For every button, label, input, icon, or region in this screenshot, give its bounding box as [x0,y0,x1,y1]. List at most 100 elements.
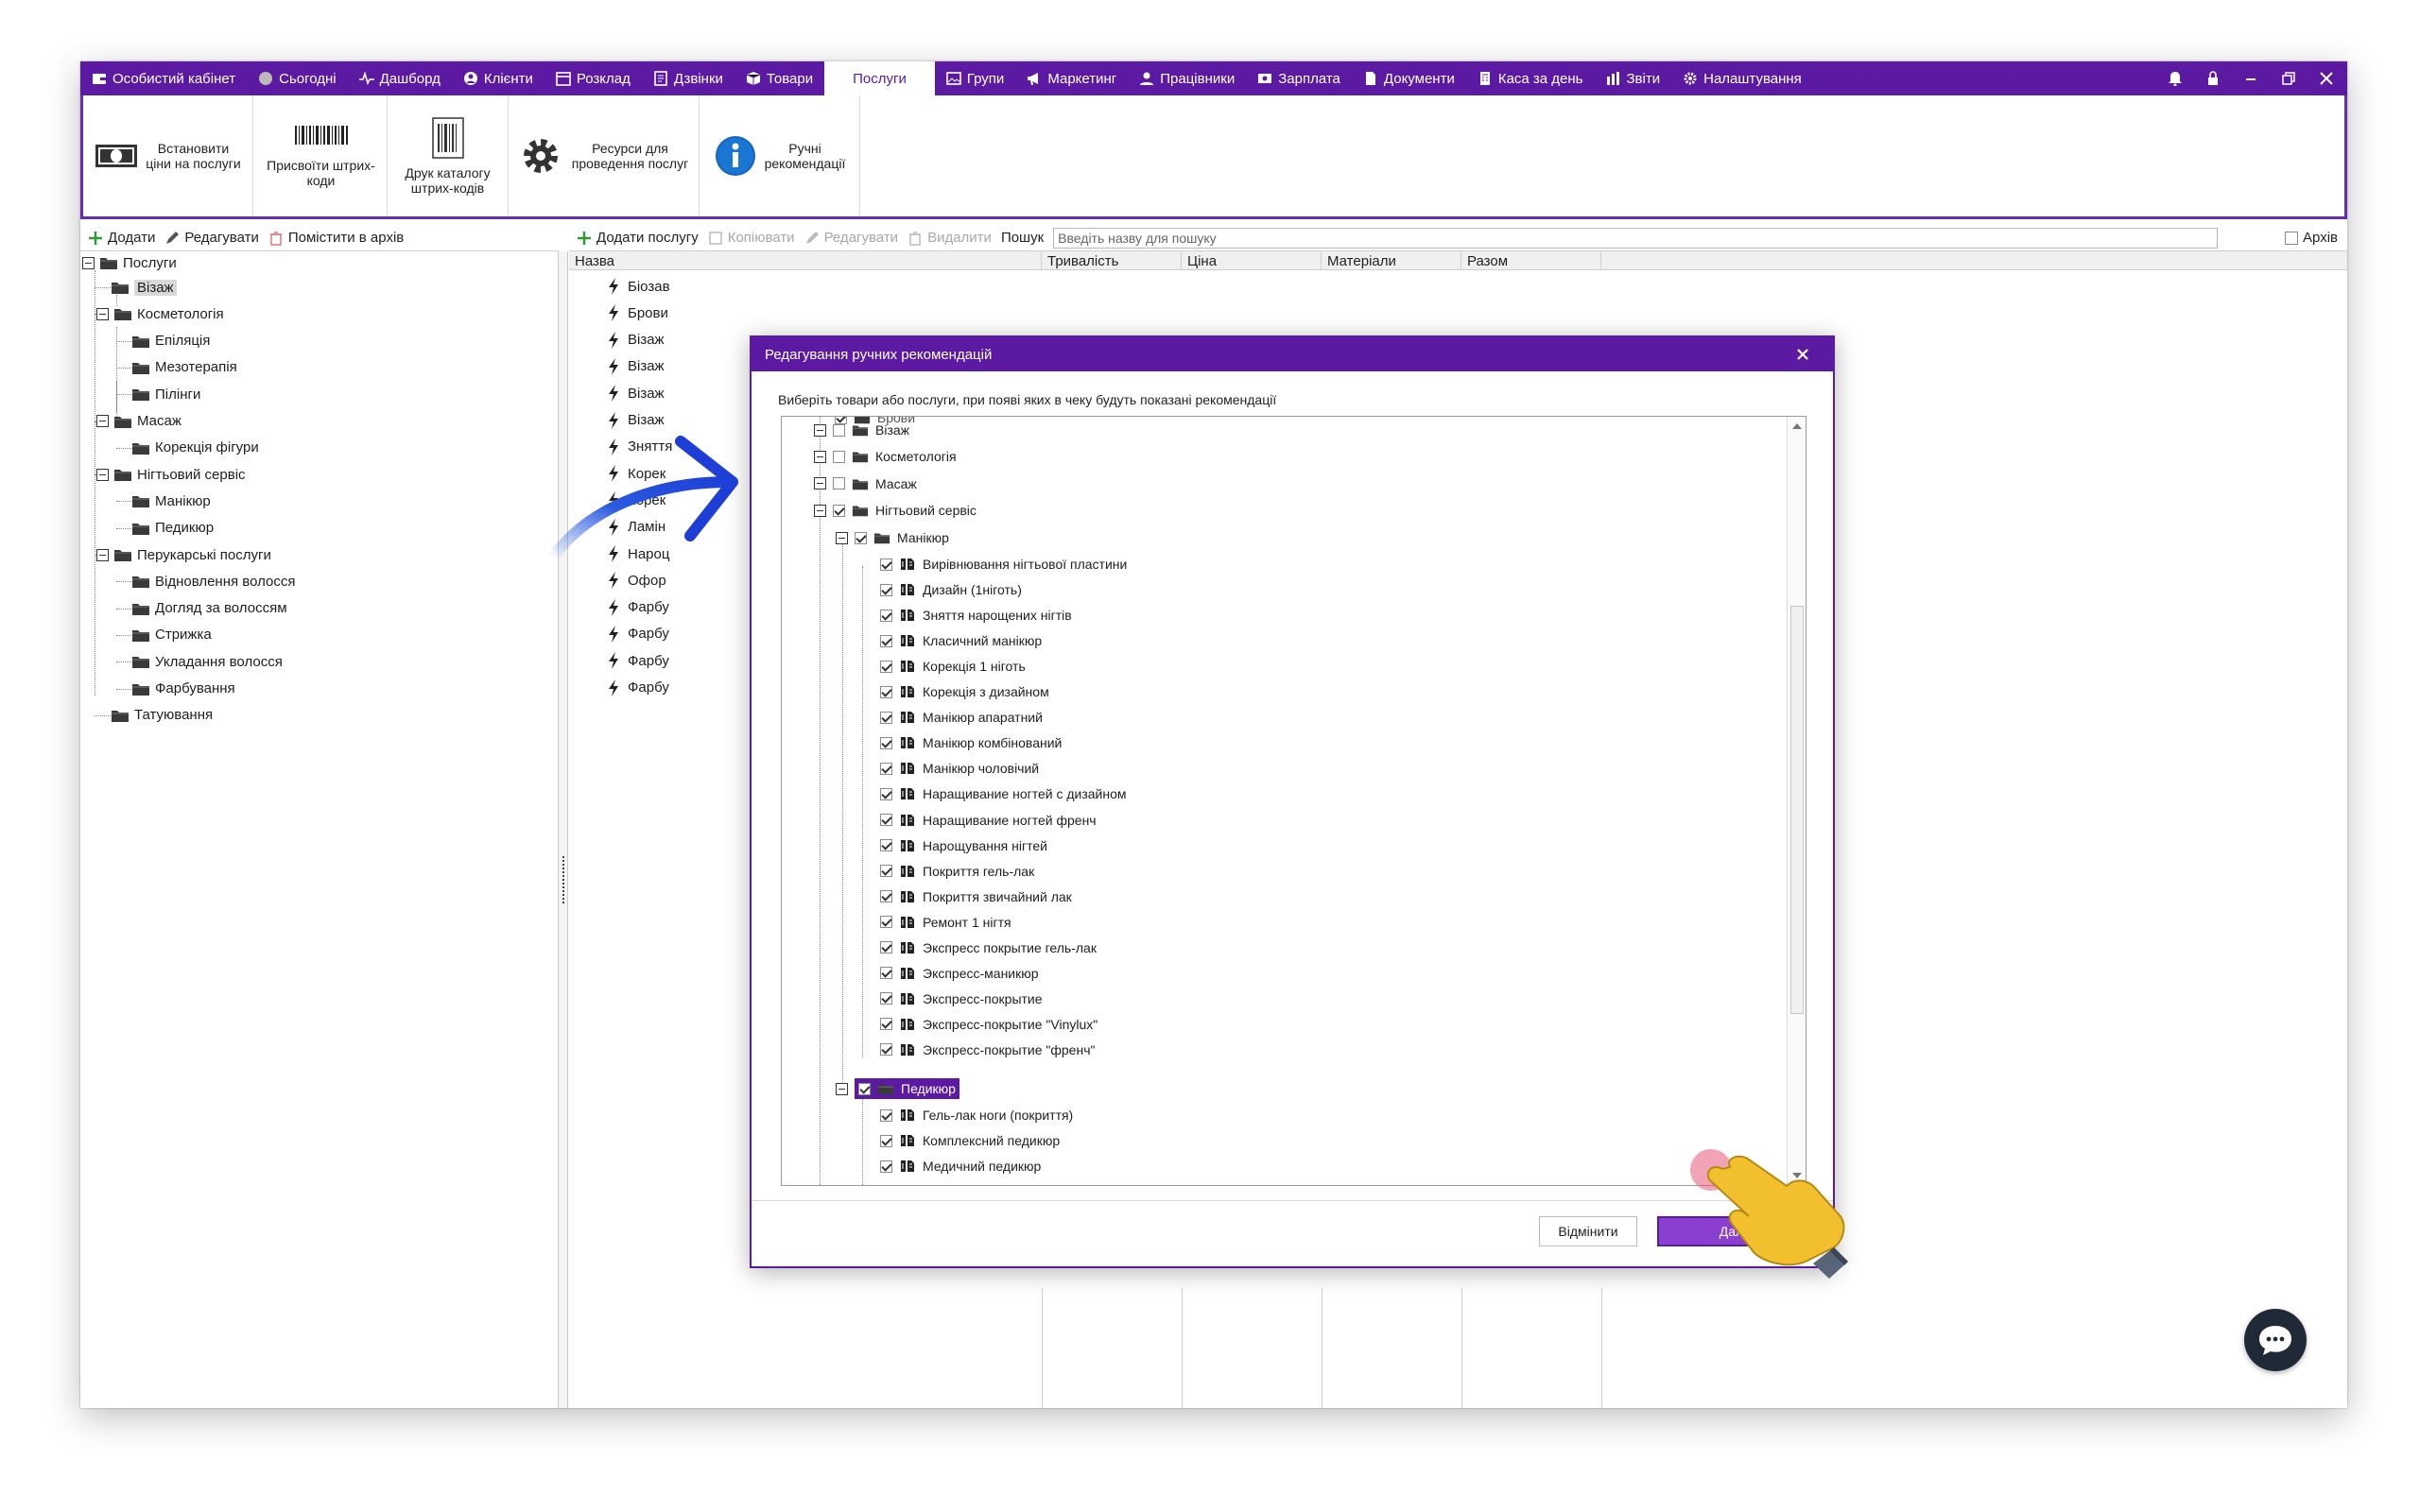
checkbox[interactable] [880,916,892,929]
print-barcode-catalog-button[interactable]: Друк каталогу штрих-кодів [388,95,509,216]
checkbox[interactable] [880,583,892,596]
nav-salary[interactable]: Зарплата [1246,61,1352,95]
checkbox[interactable] [880,839,892,852]
search-input[interactable]: Введіть назву для пошуку [1053,227,2219,249]
col-price[interactable]: Ціна [1182,251,1322,270]
archive-check-box[interactable] [2285,231,2299,245]
tree-node[interactable]: Стрижка [131,624,212,646]
nav-cash-day[interactable]: Каса за день [1466,61,1595,95]
tree-node[interactable]: Масаж [96,410,182,433]
tree-item[interactable]: Вирівнювання нігтьової пластини [880,554,1127,575]
edit-button[interactable]: Редагувати [164,230,259,246]
tree-node[interactable]: Відновлення волосся [131,570,296,593]
tree-node[interactable]: Візаж [111,276,177,299]
collapse-toggle[interactable] [836,531,848,544]
nav-goods[interactable]: Товари [735,61,824,95]
tree-item[interactable]: Манікюр комбінований [880,732,1062,753]
checkbox[interactable] [880,685,892,698]
collapse-toggle[interactable] [836,1082,848,1095]
tree-item[interactable]: Манікюр чоловічий [880,758,1039,779]
checkbox[interactable] [880,1018,892,1031]
checkbox[interactable] [833,504,845,517]
collapse-toggle[interactable] [96,415,109,427]
close-icon[interactable] [1793,345,1812,364]
col-name[interactable]: Назва [569,251,1042,270]
collapse-toggle[interactable] [814,423,826,437]
edit-service-button[interactable]: Редагувати [804,230,898,246]
tree-folder-manicure[interactable]: Манікюр [836,527,949,548]
tree-item[interactable]: Экспресс-покрытие "Vinylux" [880,1014,1098,1035]
tree-node[interactable]: Корекція фігури [131,437,259,459]
tree-item[interactable]: Наращивание ногтей с дизайном [880,783,1127,804]
tree-item[interactable]: Манікюр апаратний [880,707,1043,728]
tree-item[interactable]: Нарощування нігтей [880,835,1047,856]
tree-item[interactable]: Ремонт 1 нігтя [880,912,1011,933]
table-row[interactable]: Фарбу [607,648,669,673]
manual-recommendations-button[interactable]: Ручні рекомендації [700,95,860,216]
tree-node[interactable]: Догляд за волоссям [131,597,287,620]
scroll-up-icon[interactable] [1790,420,1804,433]
add-service-button[interactable]: Додати послугу [577,230,699,246]
bell-icon[interactable] [2168,71,2183,86]
collapse-toggle[interactable] [96,468,109,481]
checkbox[interactable] [880,1186,892,1187]
checkbox[interactable] [858,1082,871,1095]
tree-category[interactable]: Масаж [814,473,917,494]
tree-category[interactable]: Нігтьовий сервіс [814,500,977,521]
table-row[interactable]: Візаж [607,381,665,405]
tree-item[interactable]: Экспресс покрытие гель-лак [880,937,1097,958]
nav-today[interactable]: Сьогодні [247,61,348,95]
checkbox[interactable] [880,1160,892,1173]
nav-marketing[interactable]: Маркетинг [1015,61,1128,95]
collapse-toggle[interactable] [814,477,826,490]
col-total[interactable]: Разом [1461,251,1601,270]
tree-item[interactable]: Класичний манікюр [880,630,1042,651]
checkbox[interactable] [880,762,892,775]
checkbox[interactable] [880,787,892,800]
tree-item[interactable]: Экспресс-покрытие "френч" [880,1040,1095,1060]
nav-groups[interactable]: Групи [935,61,1015,95]
table-row[interactable]: Брови [607,301,668,325]
close-icon[interactable] [2319,71,2334,86]
tree-node[interactable]: Нігтьовий сервіс [96,463,246,486]
copy-button[interactable]: Копіювати [708,230,795,246]
delete-button[interactable]: Видалити [908,230,992,246]
checkbox[interactable] [880,865,892,878]
checkbox[interactable] [880,711,892,724]
checkbox[interactable] [833,450,845,463]
table-row[interactable]: Біозав [607,274,670,299]
checkbox[interactable] [880,814,892,826]
tree-item[interactable]: Экспресс-маникюр [880,963,1039,984]
col-materials[interactable]: Матеріали [1322,251,1461,270]
tree-node[interactable]: Косметологія [96,302,224,325]
checkbox[interactable] [855,531,867,544]
checkbox[interactable] [833,477,845,490]
set-prices-button[interactable]: Встановити ціни на послуги [83,95,253,216]
scroll-thumb[interactable] [1790,606,1804,1014]
checkbox[interactable] [880,558,892,571]
tree-scrollbar[interactable] [1787,417,1806,1185]
col-duration[interactable]: Тривалість [1042,251,1182,270]
table-row[interactable]: Фарбу [607,622,669,646]
collapse-toggle[interactable] [96,548,109,561]
lock-icon[interactable] [2205,71,2221,86]
tree-item[interactable]: Гель-лак ноги (покриття) [880,1105,1073,1125]
chat-button[interactable] [2244,1309,2307,1371]
tree-node[interactable]: Педикюр [131,517,214,540]
minimize-icon[interactable] [2243,71,2258,86]
pane-splitter[interactable] [559,251,568,1408]
checkbox[interactable] [880,634,892,647]
archive-checkbox[interactable]: Архів [2285,230,2347,246]
tree-item[interactable]: Экспресс-покрытие [880,988,1043,1009]
checkbox[interactable] [833,423,845,437]
tree-category[interactable]: Візаж [814,420,909,440]
tree-node[interactable]: Манікюр [131,490,211,512]
checkbox[interactable] [880,736,892,749]
tree-item[interactable]: Корекція з дизайном [880,681,1049,702]
table-row[interactable]: Офор [607,568,666,593]
nav-reports[interactable]: Звіти [1595,61,1672,95]
tree-item[interactable]: Зняття нарощених нігтів [880,605,1072,626]
checkbox[interactable] [880,1134,892,1147]
tree-item[interactable]: Покриття гель-лак [880,861,1034,882]
tree-item[interactable]: Дизайн (1ніготь) [880,579,1022,600]
